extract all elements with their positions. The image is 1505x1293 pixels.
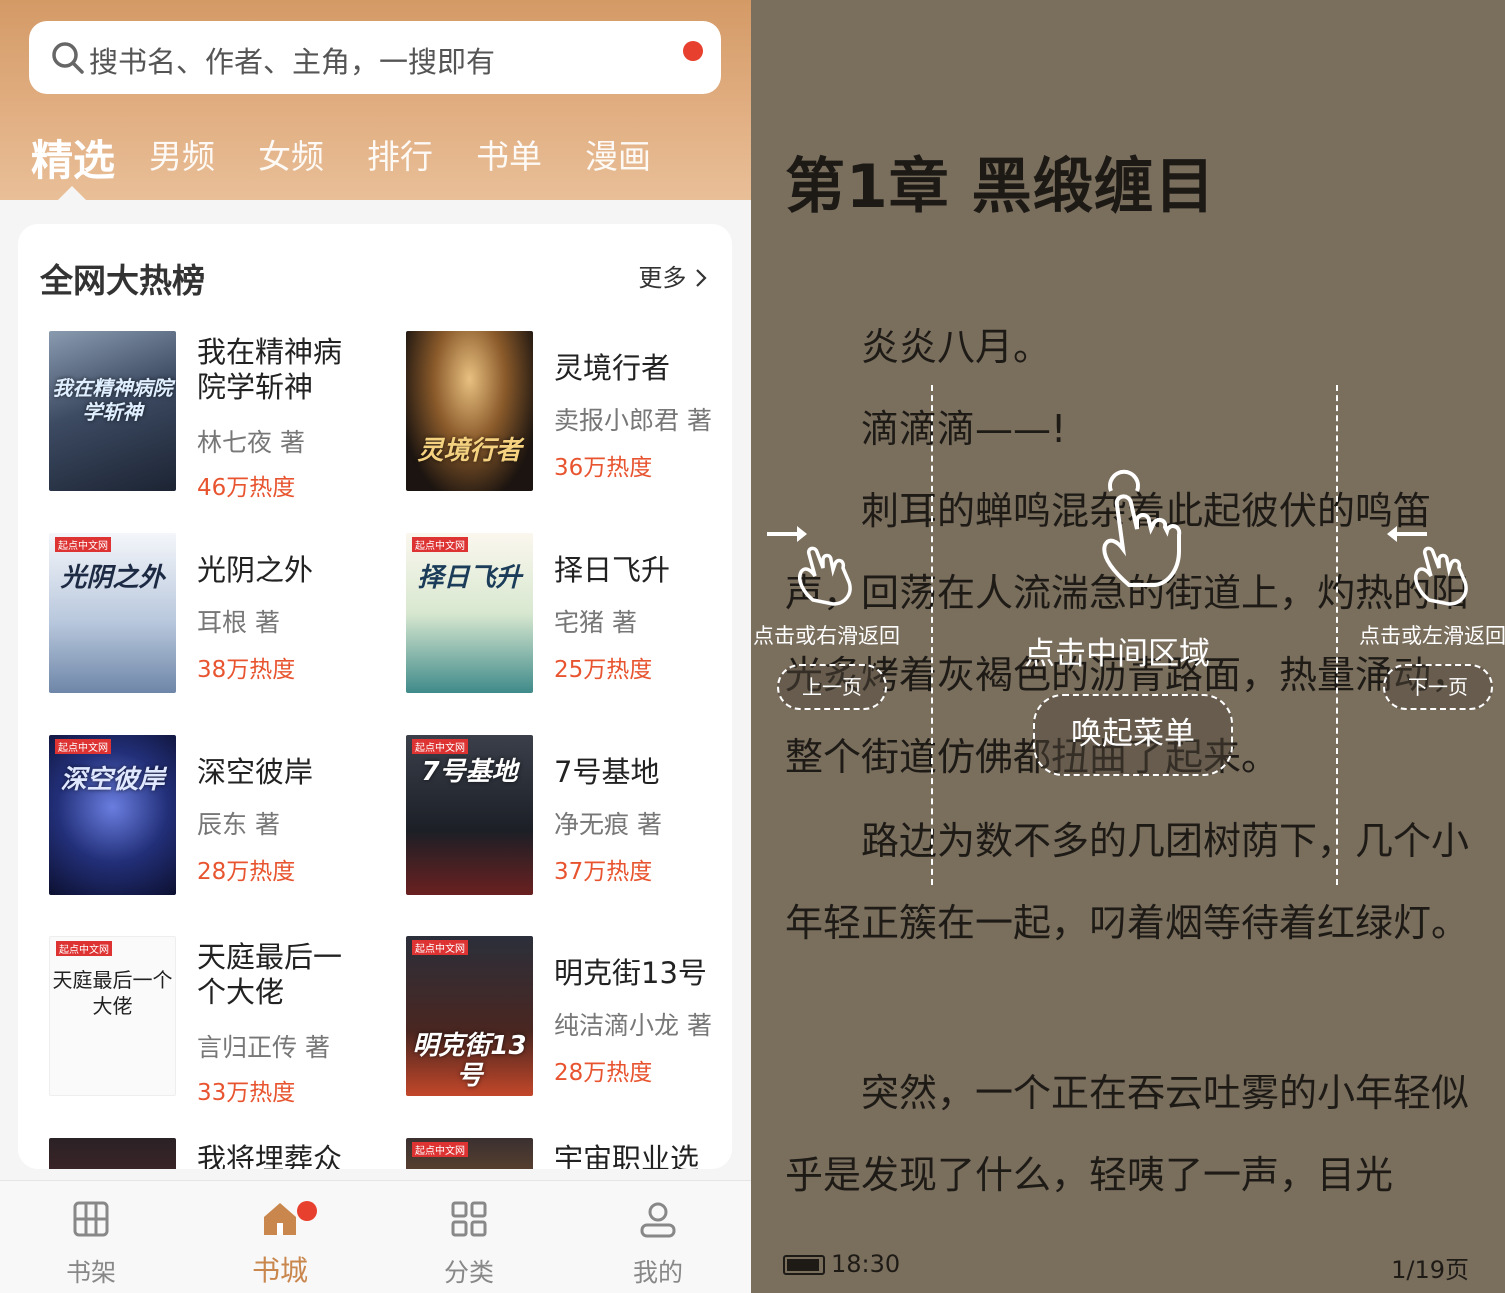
book-cover: 起点中文网 光阴之外 — [49, 533, 176, 693]
search-bar[interactable]: 搜书名、作者、主角，一搜即有 — [29, 21, 721, 94]
left-hint: 点击或右滑返回 — [753, 624, 900, 648]
notification-dot — [683, 41, 703, 61]
book-author: 言归正传 著 — [197, 1033, 330, 1062]
book-author: 净无痕 著 — [554, 810, 662, 839]
book-cover: 灵境行者 — [406, 331, 533, 491]
page-indicator: 1/19页 — [1391, 1256, 1469, 1284]
paragraph: 突然，一个正在吞云吐雾的小年轻似乎是发现了什么，轻咦了一声，目光 — [785, 1071, 1470, 1197]
tab-booklist[interactable]: 书单 — [476, 130, 542, 178]
paragraph: 炎炎八月。 — [785, 325, 1052, 369]
paragraph: 路边为数不多的几团树荫下，几个小年轻正簇在一起，叼着烟等待着红绿灯。 — [785, 819, 1470, 945]
book-cover: 起点中文网 7号基地 — [406, 735, 533, 895]
book-item[interactable]: 我将埋葬众 — [49, 1138, 389, 1169]
right-hint: 点击或左滑返回 — [1359, 624, 1505, 648]
book-item[interactable]: 起点中文网 天庭最后一个大佬 天庭最后一个大佬 言归正传 著 33万热度 — [49, 936, 389, 1106]
swipe-left-icon — [1387, 526, 1468, 606]
book-item[interactable]: 灵境行者 灵境行者 卖报小郎君 著 36万热度 — [406, 331, 732, 501]
tab-female[interactable]: 女频 — [258, 130, 324, 178]
book-title: 深空彼岸 — [197, 755, 314, 789]
grid-icon — [451, 1201, 487, 1237]
book-title: 我在精神病院学斩神 — [197, 335, 343, 404]
chevron-right-icon — [696, 269, 707, 287]
book-cover: 起点中文网 天庭最后一个大佬 — [49, 936, 176, 1096]
center-hint: 点击中间区域 — [1024, 636, 1210, 672]
book-title: 灵境行者 — [554, 351, 671, 385]
book-item[interactable]: 我在精神病院学斩神 我在精神病院学斩神 林七夜 著 46万热度 — [49, 331, 389, 501]
nav-label: 书架 — [65, 1258, 116, 1287]
book-heat: 37万热度 — [554, 859, 653, 885]
book-item[interactable]: 起点中文网 宇宙职业选 — [406, 1138, 732, 1169]
more-label: 更多 — [638, 264, 687, 292]
notification-dot — [297, 1201, 317, 1221]
zone-divider — [1336, 385, 1338, 885]
home-icon — [264, 1203, 296, 1235]
more-link[interactable]: 更多 — [638, 258, 708, 293]
tab-ranking[interactable]: 排行 — [367, 130, 433, 178]
bookstore-panel: 搜书名、作者、主角，一搜即有 精选 男频 女频 排行 书单 漫画 全网大热榜 更… — [0, 0, 751, 1293]
tab-male[interactable]: 男频 — [149, 130, 215, 178]
book-heat: 38万热度 — [197, 657, 296, 683]
nav-bookshelf[interactable]: 书架 — [31, 1181, 151, 1293]
hot-list-card: 全网大热榜 更多 我在精神病院学斩神 我在精神病院学斩神 林七夜 著 46万热度… — [18, 224, 732, 1169]
book-author: 宅猪 著 — [554, 608, 637, 637]
swipe-right-icon — [767, 526, 852, 606]
tab-featured[interactable]: 精选 — [31, 127, 115, 188]
book-heat: 25万热度 — [554, 657, 653, 683]
store-header: 搜书名、作者、主角，一搜即有 精选 男频 女频 排行 书单 漫画 — [0, 0, 751, 200]
nav-profile[interactable]: 我的 — [598, 1181, 718, 1293]
book-heat: 46万热度 — [197, 475, 296, 501]
book-author: 辰东 著 — [197, 810, 280, 839]
status-time: 18:30 — [831, 1250, 901, 1278]
book-title: 天庭最后一个大佬 — [197, 940, 343, 1009]
book-author: 纯洁滴小龙 著 — [554, 1011, 712, 1040]
book-cover: 起点中文网 — [406, 1138, 533, 1169]
book-heat: 28万热度 — [554, 1060, 653, 1086]
book-heat: 28万热度 — [197, 859, 296, 885]
book-title: 明克街13号 — [554, 956, 707, 990]
tab-comics[interactable]: 漫画 — [585, 130, 651, 178]
book-cover: 起点中文网 择日飞升 — [406, 533, 533, 693]
book-cover: 我在精神病院学斩神 — [49, 331, 176, 491]
nav-label: 我的 — [632, 1258, 683, 1287]
nav-label: 书城 — [251, 1254, 308, 1287]
search-placeholder: 搜书名、作者、主角，一搜即有 — [89, 45, 496, 79]
book-item[interactable]: 起点中文网 深空彼岸 深空彼岸 辰东 著 28万热度 — [49, 735, 389, 905]
chapter-title: 第1章 黑缎缠目 — [785, 152, 1216, 222]
book-author: 卖报小郎君 著 — [554, 406, 712, 435]
prev-page-button[interactable]: 上一页 — [777, 664, 887, 710]
book-title: 光阴之外 — [197, 553, 314, 587]
user-icon — [640, 1202, 676, 1238]
zone-divider — [931, 385, 933, 885]
book-item[interactable]: 起点中文网 光阴之外 光阴之外 耳根 著 38万热度 — [49, 533, 389, 703]
book-heat: 36万热度 — [554, 455, 653, 481]
reader-panel[interactable]: 第1章 黑缎缠目 炎炎八月。 滴滴滴——! 刺耳的蝉鸣混杂着此起彼伏的鸣笛声，回… — [751, 0, 1505, 1293]
book-item[interactable]: 起点中文网 7号基地 7号基地 净无痕 著 37万热度 — [406, 735, 732, 905]
book-author: 林七夜 著 — [197, 428, 305, 457]
book-author: 耳根 著 — [197, 608, 280, 637]
nav-label: 分类 — [443, 1258, 494, 1287]
tap-hand-icon — [1102, 469, 1182, 587]
book-title: 7号基地 — [554, 755, 660, 789]
search-icon — [52, 42, 84, 74]
book-title: 我将埋葬众 — [197, 1142, 343, 1169]
next-page-button[interactable]: 下一页 — [1383, 664, 1493, 710]
book-cover: 起点中文网 明克街13号 — [406, 936, 533, 1096]
nav-bookstore[interactable]: 书城 — [220, 1181, 340, 1293]
book-heat: 33万热度 — [197, 1080, 296, 1106]
tab-indicator — [58, 186, 86, 200]
book-title: 择日飞升 — [554, 553, 671, 587]
menu-button[interactable]: 唤起菜单 — [1033, 694, 1233, 776]
book-cover — [49, 1138, 176, 1169]
battery-icon — [783, 1255, 825, 1275]
bottom-tab-bar: 书架 书城 分类 我的 — [0, 1180, 751, 1293]
nav-category[interactable]: 分类 — [409, 1181, 529, 1293]
book-item[interactable]: 起点中文网 择日飞升 择日飞升 宅猪 著 25万热度 — [406, 533, 732, 703]
book-cover: 起点中文网 深空彼岸 — [49, 735, 176, 895]
paragraph: 滴滴滴——! — [785, 407, 1067, 451]
bookshelf-icon — [73, 1201, 109, 1237]
book-title: 宇宙职业选 — [554, 1142, 700, 1169]
section-title: 全网大热榜 — [40, 261, 205, 300]
book-item[interactable]: 起点中文网 明克街13号 明克街13号 纯洁滴小龙 著 28万热度 — [406, 936, 732, 1106]
